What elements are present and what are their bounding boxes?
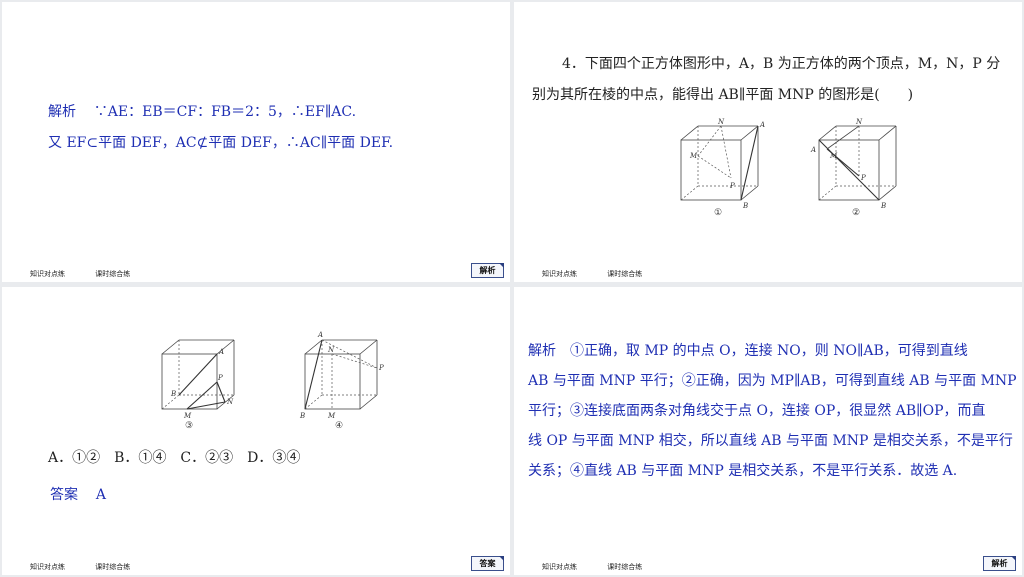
cube-figure-2: N A M P B ② bbox=[810, 118, 904, 222]
footer-link-comprehensive[interactable]: 课时综合练 bbox=[607, 562, 642, 572]
analysis-tag-button[interactable]: 解析 bbox=[471, 263, 504, 278]
footer-nav: 知识对点练 课时综合练 bbox=[30, 562, 158, 572]
figure-caption-4: ④ bbox=[335, 421, 343, 431]
footer-link-knowledge[interactable]: 知识对点练 bbox=[30, 269, 65, 279]
figure-caption-2: ② bbox=[852, 208, 860, 218]
solution-tag-button[interactable]: 解析 bbox=[983, 556, 1016, 571]
solution-line-1: 解析 ①正确，取 MP 的中点 O，连接 NO，则 NO∥AB，可得到直线 bbox=[528, 343, 968, 359]
analysis-text-1: ∵AE：EB＝CF：FB＝2：5，∴EF∥AC. bbox=[93, 104, 357, 120]
label-b-4: B bbox=[299, 412, 305, 420]
solution-line-5: 关系；④直线 AB 与平面 MNP 是相交关系，不是平行关系．故选 A. bbox=[528, 463, 958, 479]
footer-link-comprehensive[interactable]: 课时综合练 bbox=[95, 269, 130, 279]
footer-nav: 知识对点练 课时综合练 bbox=[30, 269, 158, 279]
answer-value: A bbox=[95, 487, 106, 503]
label-a-2: A bbox=[810, 146, 816, 154]
answer-label: 答案 bbox=[50, 487, 78, 503]
cube-figure-3: A B P N M ③ bbox=[157, 332, 247, 436]
question-line-2: 别为其所在棱的中点，能得出 AB∥平面 MNP 的图形是( ) bbox=[532, 87, 914, 103]
slide-4: 解析 ①正确，取 MP 的中点 O，连接 NO，则 NO∥AB，可得到直线 AB… bbox=[514, 287, 1022, 575]
footer-link-knowledge[interactable]: 知识对点练 bbox=[30, 562, 65, 572]
label-m-4: M bbox=[327, 412, 336, 420]
cube-figure-4: A N P B M ④ bbox=[299, 331, 390, 436]
answer-options: A．①② B．①④ C．②③ D．③④ bbox=[48, 450, 301, 466]
label-n-1: N bbox=[717, 118, 725, 126]
label-b-1: B bbox=[742, 202, 748, 210]
footer-link-knowledge[interactable]: 知识对点练 bbox=[542, 269, 577, 279]
analysis-line-2: 又 EF⊂平面 DEF，AC⊄平面 DEF，∴AC∥平面 DEF. bbox=[48, 135, 394, 151]
slide-1: 解析 ∵AE：EB＝CF：FB＝2：5，∴EF∥AC. 又 EF⊂平面 DEF，… bbox=[2, 2, 510, 282]
figure-caption-1: ① bbox=[714, 208, 722, 218]
answer-tag-button[interactable]: 答案 bbox=[471, 556, 504, 571]
solution-line-2: AB 与平面 MNP 平行；②正确，因为 MP∥AB，可得到直线 AB 与平面 … bbox=[528, 373, 1017, 389]
analysis-label: 解析 bbox=[48, 104, 76, 120]
question-line-1: 4．下面四个正方体图形中，A，B 为正方体的两个顶点，M，N，P 分 bbox=[562, 56, 1001, 72]
solution-line-4: 线 OP 与平面 MNP 相交，所以直线 AB 与平面 MNP 是相交关系，不是… bbox=[528, 433, 1013, 449]
footer-link-knowledge[interactable]: 知识对点练 bbox=[542, 562, 577, 572]
label-p-2: P bbox=[860, 174, 866, 182]
slide-3: A B P N M ③ A N P B M ④ A．①② B．①④ C．②③ D… bbox=[2, 287, 510, 575]
label-n-3: N bbox=[226, 398, 234, 406]
label-a-4: A bbox=[317, 331, 323, 339]
label-m-3: M bbox=[183, 412, 192, 420]
footer-nav: 知识对点练 课时综合练 bbox=[542, 562, 670, 572]
footer-nav: 知识对点练 课时综合练 bbox=[542, 269, 670, 279]
label-m-2: M bbox=[829, 152, 838, 160]
label-n-4: N bbox=[327, 346, 335, 354]
answer-line: 答案 A bbox=[50, 484, 106, 504]
solution-line-3: 平行；③连接底面两条对角线交于点 O，连接 OP，很显然 AB∥OP，而直 bbox=[528, 403, 986, 419]
label-m-1: M bbox=[689, 152, 698, 160]
label-p-1: P bbox=[729, 182, 735, 190]
label-b-3: B bbox=[170, 390, 176, 398]
label-p-3: P bbox=[217, 374, 223, 382]
slide-2: 4．下面四个正方体图形中，A，B 为正方体的两个顶点，M，N，P 分 别为其所在… bbox=[514, 2, 1022, 282]
analysis-line-1: 解析 ∵AE：EB＝CF：FB＝2：5，∴EF∥AC. bbox=[48, 101, 356, 121]
label-b-2: B bbox=[880, 202, 886, 210]
label-a-1: A bbox=[759, 121, 765, 129]
cube-figure-1: N A M P B ① bbox=[676, 118, 766, 222]
label-a-3: A bbox=[218, 348, 224, 356]
figure-caption-3: ③ bbox=[185, 421, 193, 431]
footer-link-comprehensive[interactable]: 课时综合练 bbox=[95, 562, 130, 572]
footer-link-comprehensive[interactable]: 课时综合练 bbox=[607, 269, 642, 279]
label-n-2: N bbox=[855, 118, 863, 126]
label-p-4: P bbox=[378, 364, 384, 372]
